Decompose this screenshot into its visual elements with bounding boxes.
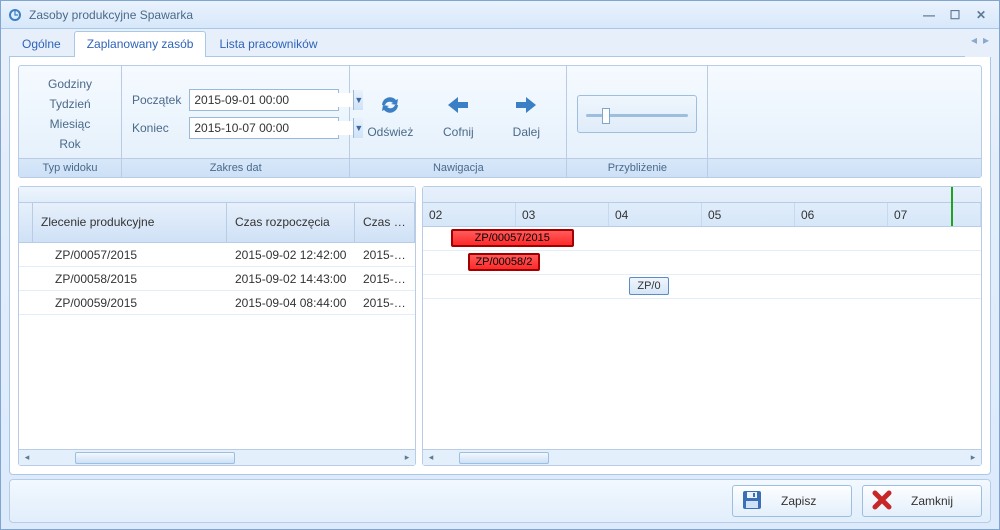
ribbon-group-empty [708, 66, 981, 177]
grid-col-start[interactable]: Czas rozpoczęcia [227, 203, 355, 242]
day-header: 02 [423, 203, 516, 226]
tabs-prev-icon[interactable]: ◂ [971, 33, 977, 47]
timeline-panel: 020304050607 ZP/00057/2015ZP/00058/2ZP/0… [422, 186, 982, 466]
view-hours[interactable]: Godziny [29, 74, 111, 94]
tabs-nav: ◂ ▸ [971, 33, 989, 47]
tabs: Ogólne Zaplanowany zasób Lista pracownik… [1, 29, 999, 57]
app-icon [7, 7, 23, 23]
close-button[interactable]: Zamknij [862, 485, 982, 517]
close-icon [871, 489, 893, 514]
range-start-input[interactable] [190, 93, 353, 107]
range-start-combo[interactable]: ▼ [189, 89, 339, 111]
refresh-label: Odśwież [367, 125, 413, 139]
timeline-row: ZP/00057/2015 [423, 227, 981, 251]
tab-zaplanowany-zasob[interactable]: Zaplanowany zasób [74, 31, 207, 57]
day-header: 04 [609, 203, 702, 226]
arrow-left-icon [444, 89, 472, 121]
arrow-right-icon [512, 89, 540, 121]
view-week[interactable]: Tydzień [29, 94, 111, 114]
workarea: Zlecenie produkcyjne Czas rozpoczęcia Cz… [18, 186, 982, 466]
ribbon: Godziny Tydzień Miesiąc Rok Typ widoku P… [18, 65, 982, 178]
save-button[interactable]: Zapisz [732, 485, 852, 517]
maximize-button[interactable]: ☐ [943, 6, 967, 24]
view-month[interactable]: Miesiąc [29, 114, 111, 134]
scroll-left-icon[interactable]: ◂ [423, 451, 439, 465]
save-label: Zapisz [781, 494, 816, 508]
table-row[interactable]: ZP/00057/20152015-09-02 12:42:002015-09-… [19, 243, 415, 267]
ribbon-group-zoom: Przybliżenie [567, 66, 708, 177]
close-window-button[interactable]: ✕ [969, 6, 993, 24]
cell-end: 2015-09-03 [355, 248, 415, 262]
scroll-right-icon[interactable]: ▸ [399, 451, 415, 465]
scroll-thumb[interactable] [459, 452, 549, 464]
forward-label: Dalej [513, 125, 540, 139]
cell-start: 2015-09-04 08:44:00 [227, 296, 355, 310]
ribbon-group-view: Godziny Tydzień Miesiąc Rok Typ widoku [19, 66, 122, 177]
refresh-icon [376, 89, 404, 121]
table-row[interactable]: ZP/00058/20152015-09-02 14:43:002015-09-… [19, 267, 415, 291]
gantt-bar[interactable]: ZP/00057/2015 [451, 229, 574, 247]
day-header: 06 [795, 203, 888, 226]
zoom-thumb[interactable] [602, 108, 610, 124]
cell-order: ZP/00059/2015 [33, 296, 227, 310]
timeline-row: ZP/00058/2 [423, 251, 981, 275]
ribbon-label-range: Zakres dat [122, 158, 349, 177]
grid-col-end[interactable]: Czas zako [355, 203, 415, 242]
timeline-body: ZP/00057/2015 ZP/00058/2 ZP/0 [423, 227, 981, 449]
range-end-input[interactable] [190, 121, 353, 135]
cell-start: 2015-09-02 12:42:00 [227, 248, 355, 262]
gantt-bar[interactable]: ZP/00058/2 [468, 253, 541, 271]
range-start-label: Początek [132, 93, 183, 107]
tabs-next-icon[interactable]: ▸ [983, 33, 989, 47]
cell-start: 2015-09-02 14:43:00 [227, 272, 355, 286]
day-header: 05 [702, 203, 795, 226]
gantt-bar[interactable]: ZP/0 [629, 277, 668, 295]
back-button[interactable]: Cofnij [428, 89, 488, 139]
save-icon [741, 489, 763, 514]
zoom-slider[interactable] [577, 95, 697, 133]
window-title: Zasoby produkcyjne Spawarka [29, 8, 193, 22]
tab-ogolne[interactable]: Ogólne [9, 31, 74, 57]
day-header: 07 [888, 203, 981, 226]
content: Godziny Tydzień Miesiąc Rok Typ widoku P… [9, 57, 991, 475]
range-end-combo[interactable]: ▼ [189, 117, 339, 139]
scroll-right-icon[interactable]: ▸ [965, 451, 981, 465]
cell-order: ZP/00058/2015 [33, 272, 227, 286]
scroll-left-icon[interactable]: ◂ [19, 451, 35, 465]
timeline-row: ZP/0 [423, 275, 981, 299]
ribbon-label-zoom: Przybliżenie [567, 158, 707, 177]
scroll-thumb[interactable] [75, 452, 235, 464]
day-header: 03 [516, 203, 609, 226]
titlebar: Zasoby produkcyjne Spawarka — ☐ ✕ [1, 1, 999, 29]
tab-lista-pracownikow[interactable]: Lista pracowników [206, 31, 330, 57]
table-row[interactable]: ZP/00059/20152015-09-04 08:44:002015-09-… [19, 291, 415, 315]
window: Zasoby produkcyjne Spawarka — ☐ ✕ Ogólne… [0, 0, 1000, 530]
timeline-header: 020304050607 [423, 187, 981, 227]
grid-header: Zlecenie produkcyjne Czas rozpoczęcia Cz… [19, 203, 415, 243]
minimize-button[interactable]: — [917, 6, 941, 24]
grid-scrollbar[interactable]: ◂ ▸ [19, 449, 415, 465]
forward-button[interactable]: Dalej [496, 89, 556, 139]
ribbon-label-nav: Nawigacja [350, 158, 566, 177]
back-label: Cofnij [443, 125, 474, 139]
grid-body: ZP/00057/20152015-09-02 12:42:002015-09-… [19, 243, 415, 449]
grid-col-order[interactable]: Zlecenie produkcyjne [33, 203, 227, 242]
ribbon-group-range: Początek ▼ Koniec ▼ Zakres dat [122, 66, 350, 177]
ribbon-label-view: Typ widoku [19, 158, 121, 177]
now-line [951, 187, 953, 226]
timeline-scrollbar[interactable]: ◂ ▸ [423, 449, 981, 465]
refresh-button[interactable]: Odśwież [360, 89, 420, 139]
range-end-label: Koniec [132, 121, 183, 135]
cell-end: 2015-09-04 [355, 296, 415, 310]
view-year[interactable]: Rok [29, 134, 111, 154]
cell-end: 2015-09-03 [355, 272, 415, 286]
cell-order: ZP/00057/2015 [33, 248, 227, 262]
close-label: Zamknij [911, 494, 953, 508]
footer: Zapisz Zamknij [9, 479, 991, 523]
ribbon-group-nav: Odśwież Cofnij Dalej N [350, 66, 567, 177]
grid-panel: Zlecenie produkcyjne Czas rozpoczęcia Cz… [18, 186, 416, 466]
